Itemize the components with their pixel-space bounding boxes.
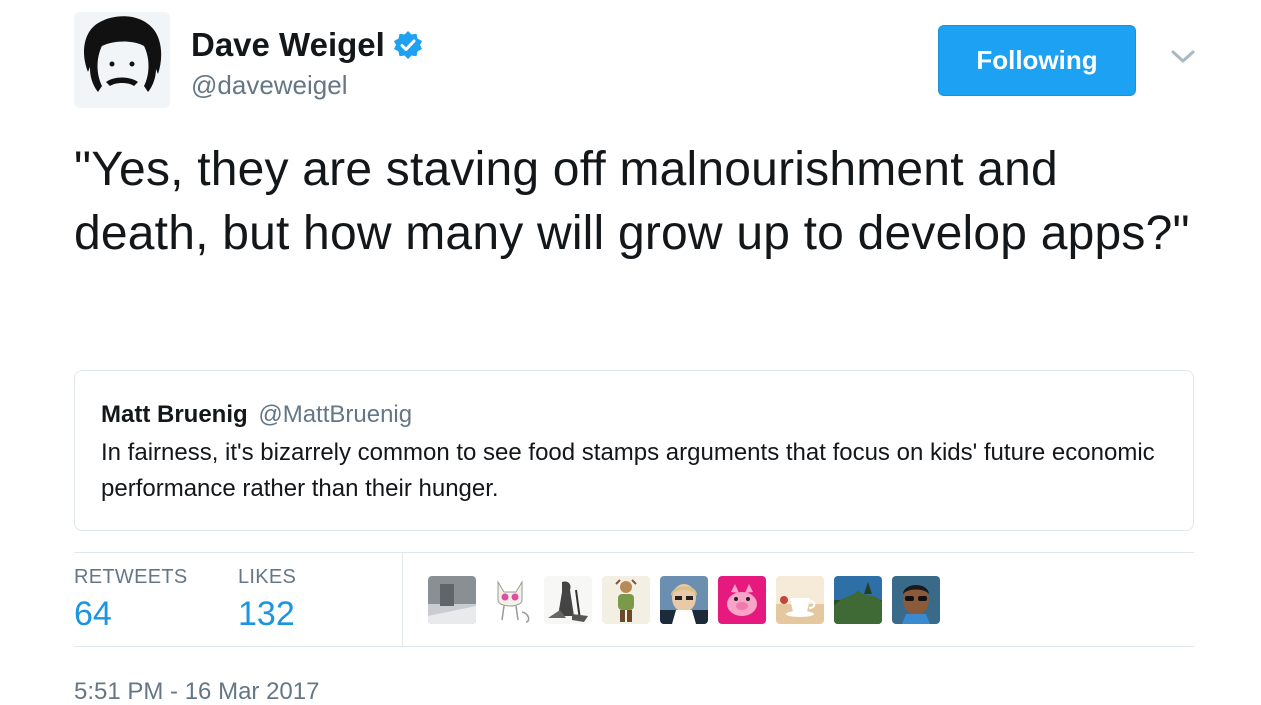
- quoted-tweet-header: Matt Bruenig @MattBruenig: [101, 401, 412, 429]
- liker-avatar-illustration[interactable]: [544, 576, 592, 624]
- liker-avatar-figure[interactable]: [602, 576, 650, 624]
- likes-count: 132: [238, 595, 295, 633]
- author-name-text: Dave Weigel: [191, 26, 385, 63]
- likers-avatar-list: [428, 576, 940, 624]
- liker-avatar-landscape[interactable]: [834, 576, 882, 624]
- liker-avatar-man-sunglasses[interactable]: [892, 576, 940, 624]
- quoted-author-name: Matt Bruenig: [101, 401, 248, 428]
- author-avatar[interactable]: [74, 12, 170, 108]
- retweets-stat[interactable]: RETWEETS 64: [74, 566, 188, 634]
- liker-avatar-gray-photo[interactable]: [428, 576, 476, 624]
- chevron-down-icon[interactable]: [1168, 46, 1198, 68]
- quoted-author-handle: @MattBruenig: [258, 401, 413, 428]
- tweet-text: "Yes, they are staving off malnourishmen…: [74, 143, 1190, 260]
- author-handle[interactable]: @daveweigel: [191, 70, 347, 101]
- retweets-count: 64: [74, 595, 112, 633]
- verified-badge-icon: [393, 30, 423, 60]
- likes-label: LIKES: [238, 566, 297, 588]
- stats-divider-top: [74, 552, 1194, 553]
- author-display-name[interactable]: Dave Weigel: [191, 26, 423, 64]
- stats-divider-bottom: [74, 646, 1194, 647]
- likes-stat[interactable]: LIKES 132: [238, 566, 296, 634]
- retweets-label: RETWEETS: [74, 566, 188, 588]
- liker-avatar-pink-pig[interactable]: [718, 576, 766, 624]
- liker-avatar-woman-glasses[interactable]: [660, 576, 708, 624]
- quoted-tweet-card[interactable]: Matt Bruenig @MattBruenig In fairness, i…: [74, 370, 1194, 531]
- quoted-tweet-text: In fairness, it's bizarrely common to se…: [101, 439, 1155, 502]
- following-button[interactable]: Following: [938, 25, 1136, 96]
- stats-divider-vertical: [402, 553, 403, 646]
- tweet-timestamp[interactable]: 5:51 PM - 16 Mar 2017: [74, 678, 319, 705]
- liker-avatar-cartoon-cat[interactable]: [486, 576, 534, 624]
- liker-avatar-teacup[interactable]: [776, 576, 824, 624]
